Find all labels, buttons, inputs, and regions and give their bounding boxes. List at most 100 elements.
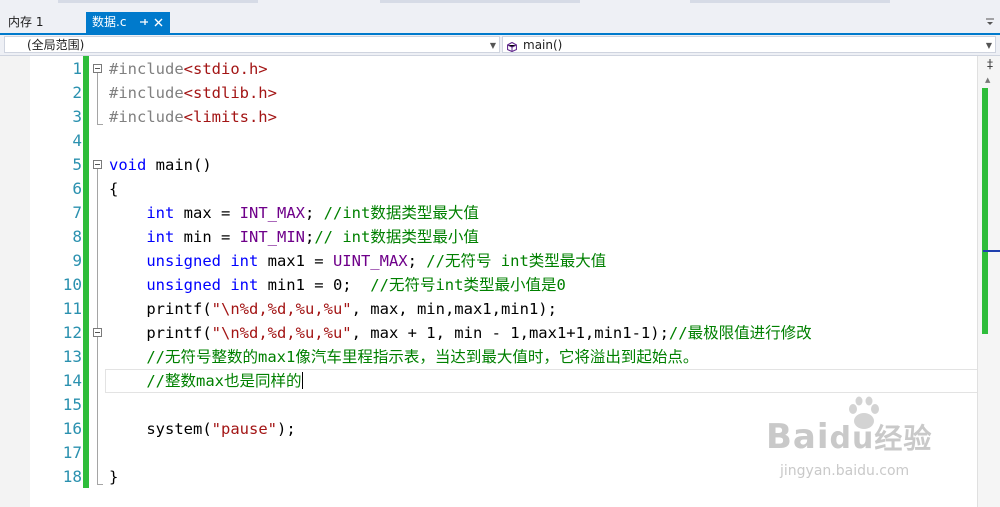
pin-icon[interactable] — [139, 12, 149, 33]
outline-guide-end — [97, 484, 103, 485]
line-number: 5 — [72, 155, 82, 174]
comment-token: //int数据类型最大值 — [323, 204, 479, 222]
code-token: } — [109, 468, 119, 486]
cube-icon — [506, 40, 518, 53]
toolbar-segment — [690, 0, 890, 3]
comment-token: //无符号 int类型最大值 — [426, 252, 607, 270]
macro-token: INT_MAX — [239, 204, 305, 222]
code-line[interactable]: { — [109, 177, 118, 201]
code-line[interactable]: printf("\n%d,%d,%u,%u", max, min,max1,mi… — [109, 297, 557, 321]
code-token: max = — [174, 204, 240, 222]
code-line[interactable]: #include<stdio.h> — [109, 57, 268, 81]
line-number: 18 — [62, 467, 82, 486]
collapse-main-block-icon[interactable] — [93, 160, 102, 169]
code-token: ; — [407, 252, 427, 270]
scroll-up-arrow-icon[interactable]: ▲ — [985, 76, 990, 84]
outline-guide-end — [97, 124, 103, 125]
line-number: 10 — [62, 275, 82, 294]
outlining-margin — [91, 56, 107, 507]
toolbar-segment — [380, 0, 580, 3]
code-line[interactable]: unsigned int max1 = UINT_MAX; //无符号 int类… — [109, 249, 606, 273]
watermark-url: jingyan.baidu.com — [780, 463, 910, 479]
line-number: 9 — [72, 251, 82, 270]
tab-label: 内存 1 — [8, 15, 44, 29]
keyword-token: unsigned int — [146, 276, 259, 294]
code-editor[interactable]: 1 2 3 4 5 6 7 8 9 10 11 12 13 14 15 16 17 18 #include<std… — [0, 56, 1000, 507]
outline-guide — [97, 169, 98, 485]
line-number: 15 — [62, 395, 82, 414]
include-path-token: <limits.h> — [183, 108, 277, 126]
chevron-down-icon: ▼ — [985, 41, 992, 50]
split-window-icon[interactable]: ‡ — [984, 58, 996, 70]
string-token: "\n%d,%d,%u,%u" — [211, 324, 352, 342]
code-token: system( — [109, 420, 212, 438]
editor-left-margin — [0, 56, 30, 507]
preprocessor-token: #include — [109, 108, 184, 126]
scrollbar-thumb[interactable] — [982, 88, 988, 334]
comment-token: // int数据类型最小值 — [314, 228, 479, 246]
collapse-comment-block-icon[interactable] — [93, 328, 102, 337]
code-line[interactable]: system("pause"); — [109, 417, 296, 441]
include-path-token: <stdlib.h> — [183, 84, 277, 102]
code-token: ); — [276, 420, 296, 438]
code-token: printf( — [109, 300, 212, 318]
scope-value: (全局范围) — [27, 38, 85, 52]
code-token: { — [109, 180, 119, 198]
code-token: ; — [304, 228, 315, 246]
tab-data-c[interactable]: 数据.c — [86, 12, 170, 33]
line-number: 16 — [62, 419, 82, 438]
code-line[interactable]: int min = INT_MIN;// int数据类型最小值 — [109, 225, 479, 249]
include-path-token: <stdio.h> — [183, 60, 268, 78]
toolbar-segment — [58, 0, 258, 3]
document-tab-bar: 内存 1 数据.c — [0, 12, 1000, 35]
baidu-jingyan-watermark: Baidu经验 jingyan.baidu.com — [766, 395, 962, 487]
code-token: main() — [146, 156, 212, 174]
line-number: 13 — [62, 347, 82, 366]
code-token: ; — [304, 204, 324, 222]
tab-memory-1[interactable]: 内存 1 — [0, 12, 51, 33]
line-number: 14 — [62, 371, 82, 390]
preprocessor-token: #include — [109, 84, 184, 102]
preprocessor-token: #include — [109, 60, 184, 78]
function-dropdown[interactable]: main() ▼ — [502, 36, 996, 53]
code-token: max1 = — [258, 252, 333, 270]
code-line[interactable]: unsigned int min1 = 0; //无符号int类型最小值是0 — [109, 273, 565, 297]
comment-token: //无符号整数的max1像汽车里程指示表，当达到最大值时，它将溢出到起始点。 — [146, 348, 699, 366]
line-number: 2 — [72, 83, 82, 102]
line-number: 7 — [72, 203, 82, 222]
collapse-include-block-icon[interactable] — [93, 64, 102, 73]
code-line[interactable]: printf("\n%d,%d,%u,%u", max + 1, min - 1… — [109, 321, 811, 345]
close-icon[interactable] — [154, 12, 163, 33]
line-number: 4 — [72, 131, 82, 150]
code-line[interactable]: } — [109, 465, 118, 489]
code-line[interactable]: void main() — [109, 153, 212, 177]
comment-token: //整数max也是同样的 — [146, 372, 302, 390]
code-line[interactable]: #include<stdlib.h> — [109, 81, 277, 105]
line-number: 12 — [62, 323, 82, 342]
chevron-down-icon: ▼ — [489, 41, 496, 50]
macro-token: UINT_MAX — [332, 252, 408, 270]
tab-list-dropdown-icon[interactable] — [984, 14, 996, 28]
scope-dropdown[interactable]: (全局范围) ▼ — [4, 36, 500, 53]
code-line[interactable]: int max = INT_MAX; //int数据类型最大值 — [109, 201, 479, 225]
macro-token: INT_MIN — [239, 228, 305, 246]
line-number: 1 — [72, 59, 82, 78]
line-number-gutter: 1 2 3 4 5 6 7 8 9 10 11 12 13 14 15 16 17 18 — [30, 56, 82, 507]
code-line[interactable]: //无符号整数的max1像汽车里程指示表，当达到最大值时，它将溢出到起始点。 — [109, 345, 698, 369]
function-value: main() — [523, 38, 563, 52]
line-number: 11 — [62, 299, 82, 318]
current-code-line[interactable]: //整数max也是同样的 — [105, 369, 979, 393]
code-line[interactable]: #include<limits.h> — [109, 105, 277, 129]
code-token: min1 = 0; — [258, 276, 371, 294]
keyword-token: int — [146, 204, 175, 222]
vertical-scrollbar[interactable]: ‡ ▲ — [977, 56, 1000, 507]
top-toolbar-strip — [0, 0, 1000, 12]
change-tracking-bar — [83, 56, 89, 488]
keyword-token: void — [109, 156, 147, 174]
code-token: , max + 1, min - 1,max1+1,min1-1); — [351, 324, 669, 342]
